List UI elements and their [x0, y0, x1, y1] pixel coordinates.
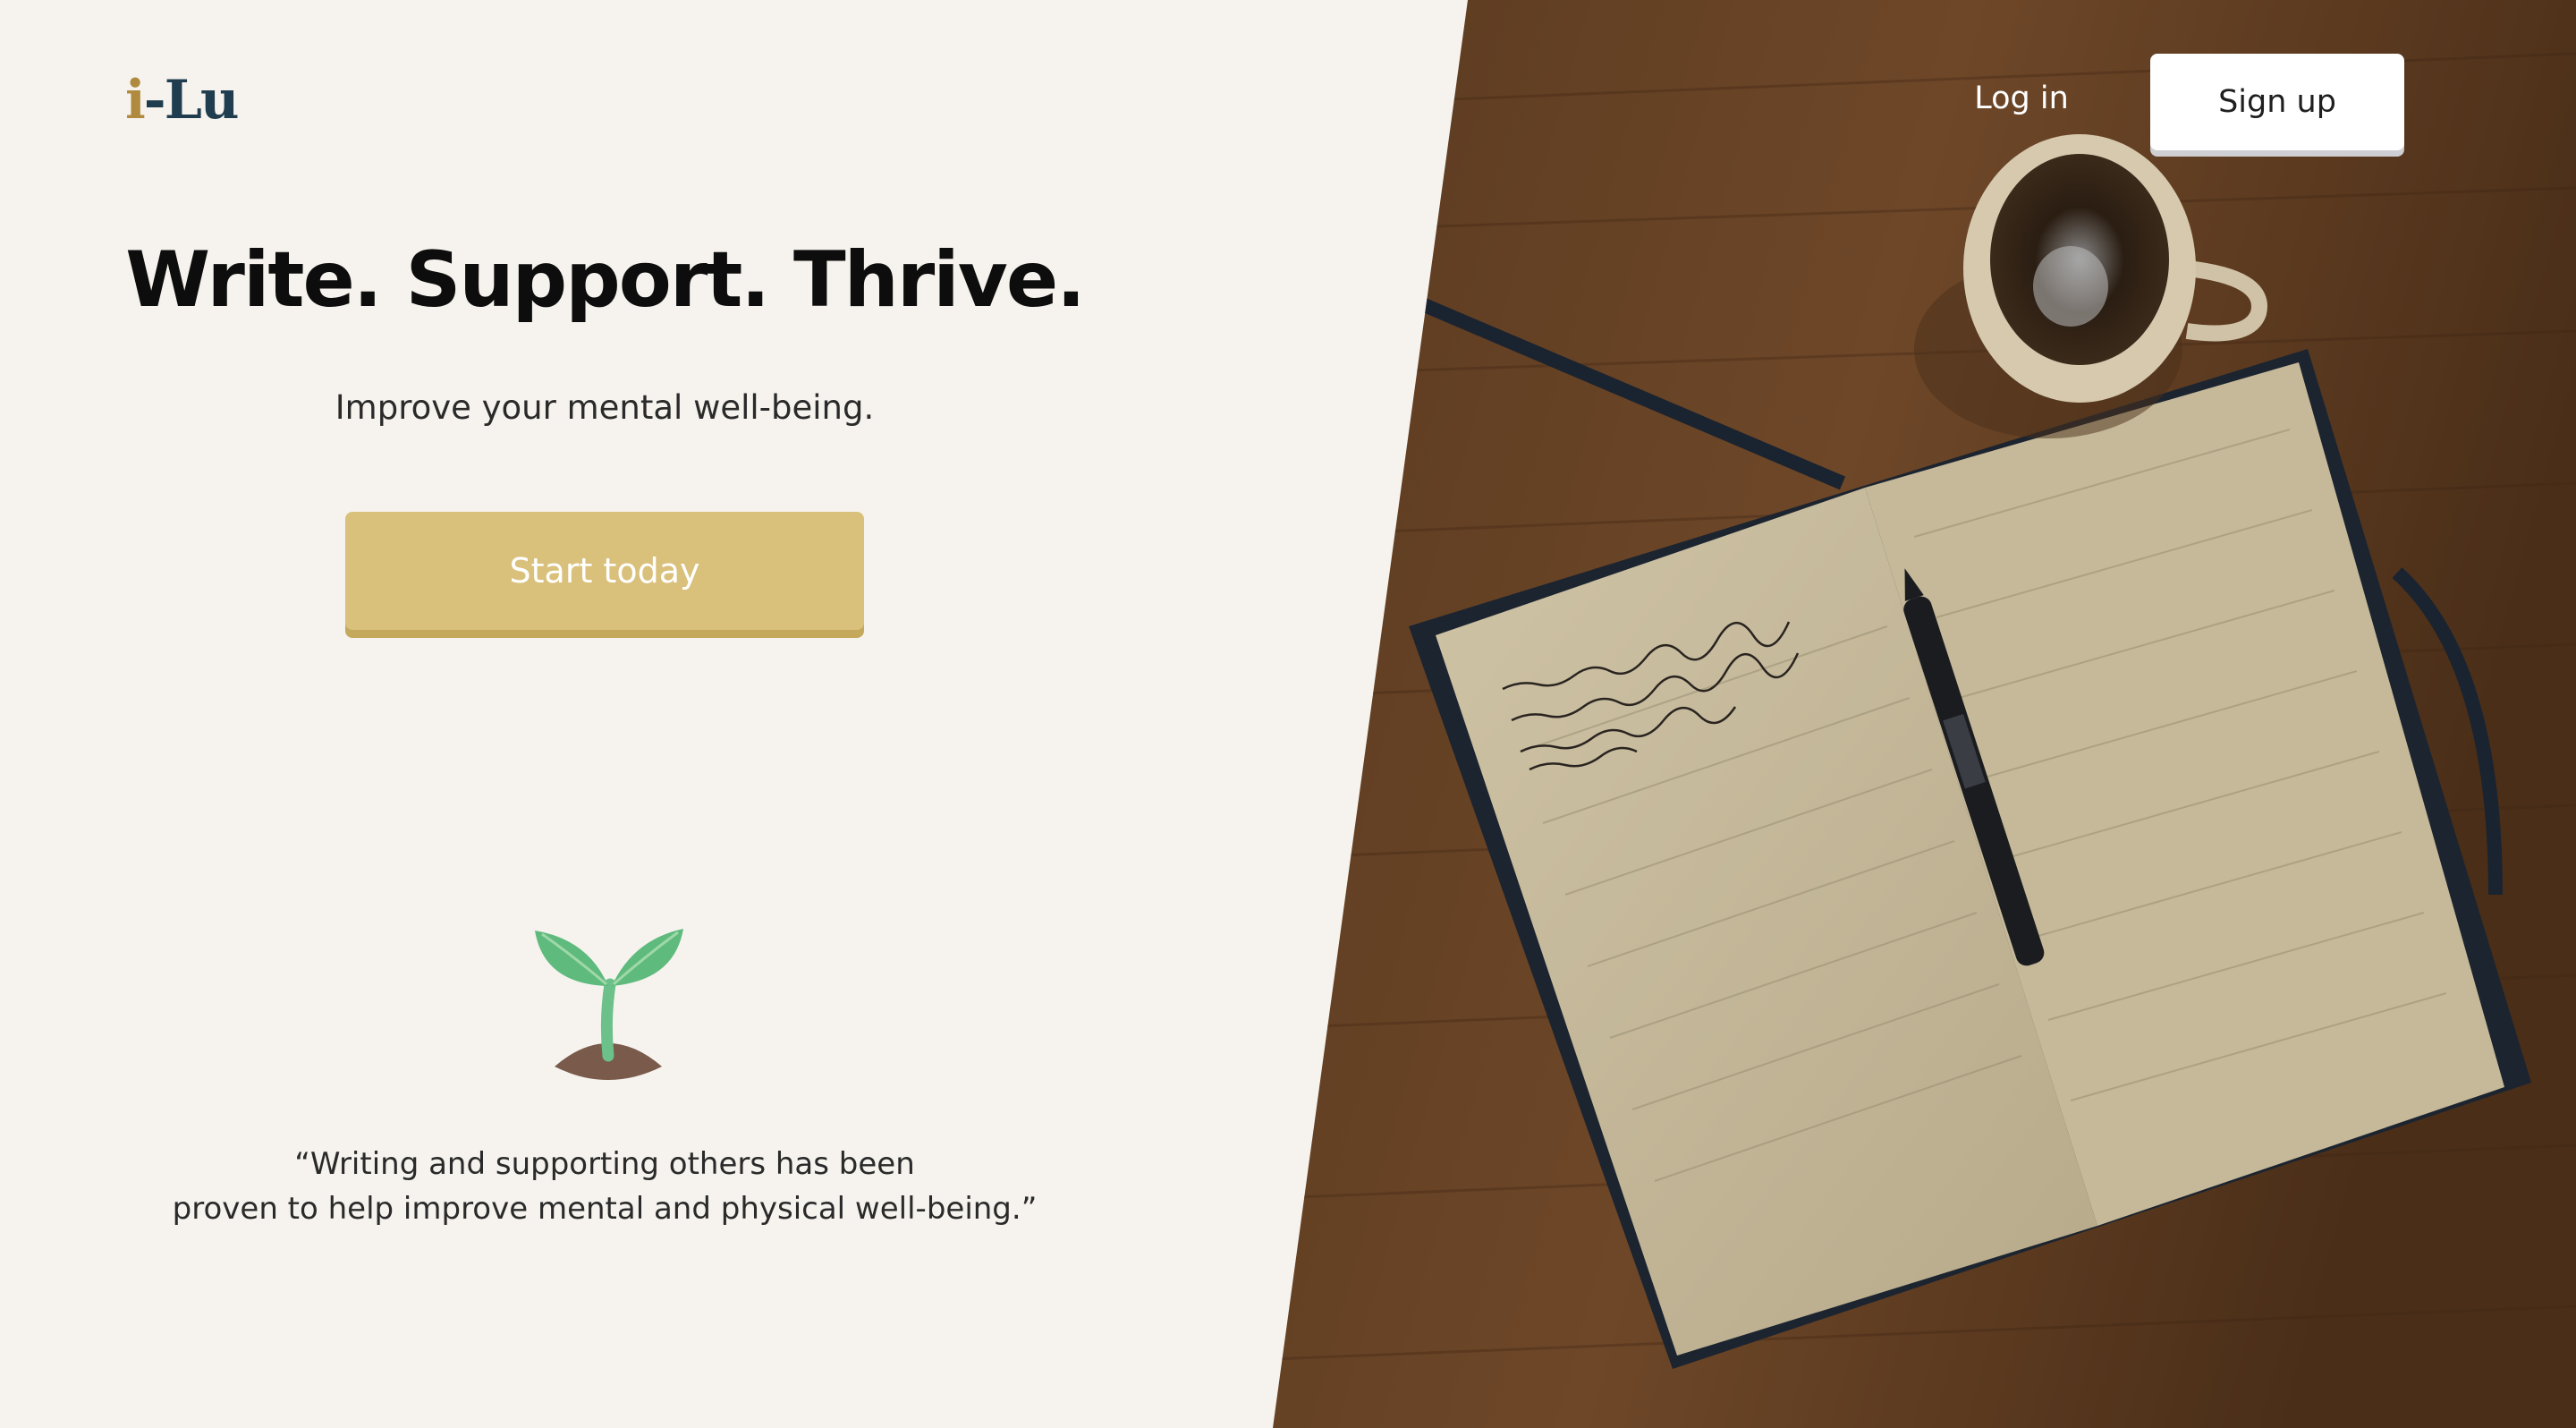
signup-button[interactable]: Sign up: [2150, 54, 2404, 150]
brand-logo[interactable]: i -Lu: [125, 69, 240, 132]
login-button[interactable]: Log in: [1950, 63, 2093, 134]
testimonial-quote: “Writing and supporting others has been …: [0, 1142, 1209, 1231]
logo-wordmark: -Lu: [143, 69, 240, 132]
logo-i: i: [125, 69, 146, 132]
sprout-icon: [526, 922, 687, 1092]
hero-subtitle: Improve your mental well-being.: [335, 388, 875, 427]
quote-line-2: proven to help improve mental and physic…: [172, 1191, 1038, 1227]
quote-line-1: “Writing and supporting others has been: [294, 1146, 915, 1182]
hero-title: Write. Support. Thrive.: [125, 235, 1086, 325]
start-today-button[interactable]: Start today: [345, 512, 864, 630]
